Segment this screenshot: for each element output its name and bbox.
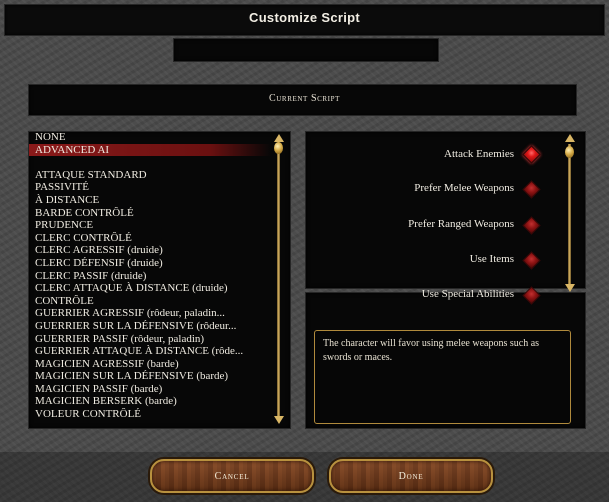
script-item[interactable]: GUERRIER AGRESSIF (rôdeur, paladin... [35, 307, 271, 320]
script-item[interactable]: À DISTANCE [35, 194, 271, 207]
option-label-attack-enemies: Attack Enemies [444, 148, 514, 160]
script-item[interactable]: MAGICIEN BERSERK (barde) [35, 395, 271, 408]
description-text: The character will favor using melee wea… [323, 338, 540, 363]
script-list: NONE ADVANCED AI ATTAQUE STANDARD PASSIV… [29, 131, 271, 421]
script-item[interactable]: GUERRIER PASSIF (rôdeur, paladin) [35, 333, 271, 346]
script-item[interactable]: CLERC AGRESSIF (druide) [35, 244, 271, 257]
current-script-label: Current Script [269, 93, 340, 104]
script-item[interactable]: CLERC DÉFENSIF (druide) [35, 257, 271, 270]
option-label-use-special-abilities: Use Special Abilities [421, 288, 514, 300]
option-label-prefer-melee: Prefer Melee Weapons [414, 182, 514, 194]
dialog-title: Customize Script [249, 10, 360, 25]
script-item[interactable]: BARDE CONTRÔLÉ [35, 207, 271, 220]
script-item[interactable]: MAGICIEN AGRESSIF (barde) [35, 358, 271, 371]
script-item[interactable]: PASSIVITÉ [35, 181, 271, 194]
script-item[interactable]: CLERC ATTAQUE À DISTANCE (druide) [35, 282, 271, 295]
script-item[interactable]: MAGICIEN PASSIF (barde) [35, 383, 271, 396]
arrow-down-icon[interactable] [565, 284, 575, 292]
script-item[interactable]: MAGICIEN SUR LA DÉFENSIVE (barde) [35, 370, 271, 383]
scroll-track[interactable] [277, 144, 280, 416]
script-item[interactable]: GUERRIER ATTAQUE À DISTANCE (rôde... [35, 345, 271, 358]
scroll-knob-icon[interactable] [274, 142, 283, 154]
option-label-use-items: Use Items [469, 253, 514, 265]
done-button[interactable]: Done [329, 459, 493, 493]
arrow-down-icon[interactable] [274, 416, 284, 424]
script-item[interactable]: VOLEUR CONTRÔLÉ [35, 408, 271, 421]
cancel-button[interactable]: Cancel [150, 459, 314, 493]
script-item[interactable]: CLERC PASSIF (druide) [35, 270, 271, 283]
cancel-label: Cancel [214, 470, 250, 482]
option-label-prefer-ranged: Prefer Ranged Weapons [408, 218, 514, 230]
arrow-up-icon[interactable] [565, 134, 575, 142]
scroll-knob-icon[interactable] [565, 146, 574, 158]
description-box: The character will favor using melee wea… [314, 330, 571, 424]
script-name-field [173, 38, 439, 62]
script-item[interactable]: GUERRIER SUR LA DÉFENSIVE (rôdeur... [35, 320, 271, 333]
scroll-track[interactable] [568, 144, 571, 284]
script-item[interactable]: ATTAQUE STANDARD [35, 169, 271, 182]
script-item[interactable]: CONTRÔLE [35, 295, 271, 308]
script-list-spacer [35, 156, 271, 169]
script-item[interactable]: PRUDENCE [35, 219, 271, 232]
script-item-none[interactable]: NONE [35, 131, 271, 144]
done-label: Done [398, 470, 424, 482]
script-item[interactable]: CLERC CONTRÔLÉ [35, 232, 271, 245]
arrow-up-icon[interactable] [274, 134, 284, 142]
script-item-advanced-ai[interactable]: ADVANCED AI [29, 143, 271, 157]
